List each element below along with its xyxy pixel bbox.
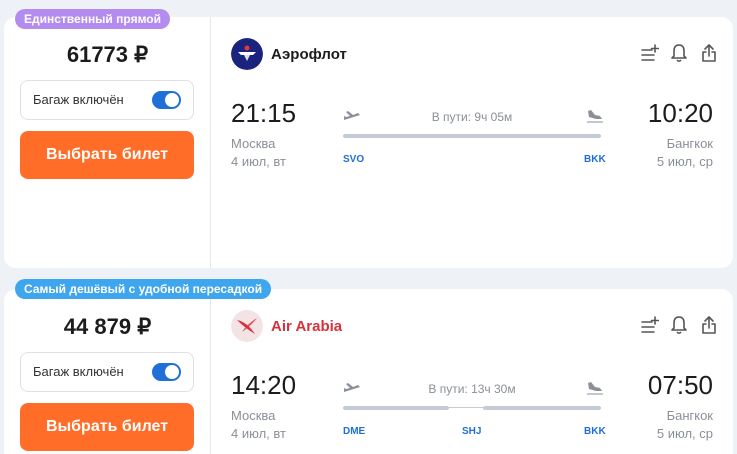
departure-date: 4 июл, вт bbox=[231, 154, 286, 169]
baggage-label: Багаж включён bbox=[33, 92, 124, 107]
ticket-actions bbox=[641, 315, 717, 335]
departure-city: Москва bbox=[231, 408, 276, 423]
route-line bbox=[343, 134, 601, 138]
badge-cheapest: Самый дешёвый с удобной пересадкой bbox=[15, 279, 272, 299]
arrival-date: 5 июл, ср bbox=[656, 154, 713, 169]
arrival-time: 07:50 bbox=[647, 370, 713, 400]
route-line bbox=[343, 406, 601, 410]
ticket-card[interactable]: 44 879 ₽ Багаж включён Выбрать билет Air… bbox=[4, 289, 733, 454]
baggage-toggle-row[interactable]: Багаж включён bbox=[20, 352, 194, 392]
flight-details: Аэрофлот 21:15 10:20 В пути: 9ч 05м Моск… bbox=[212, 17, 733, 268]
badge-direct: Единственный прямой bbox=[15, 9, 170, 29]
ticket-card[interactable]: 61773 ₽ Багаж включён Выбрать билет Аэро… bbox=[4, 17, 733, 268]
share-icon[interactable] bbox=[701, 43, 717, 63]
arrival-airport-code: BKK bbox=[584, 154, 606, 165]
bell-icon[interactable] bbox=[671, 315, 687, 335]
flight-details: Air Arabia 14:20 07:50 В пути: 13ч 30м М… bbox=[212, 289, 733, 454]
bell-icon[interactable] bbox=[671, 43, 687, 63]
share-icon[interactable] bbox=[701, 315, 717, 335]
baggage-label: Багаж включён bbox=[33, 364, 124, 379]
departure-date: 4 июл, вт bbox=[231, 426, 286, 441]
baggage-toggle[interactable] bbox=[152, 363, 181, 381]
ticket-price: 44 879 ₽ bbox=[63, 314, 152, 339]
departure-time: 14:20 bbox=[231, 370, 297, 400]
list-add-icon[interactable] bbox=[641, 315, 660, 335]
arrival-date: 5 июл, ср bbox=[656, 426, 713, 441]
ticket-price: 61773 ₽ bbox=[66, 42, 149, 67]
baggage-toggle-row[interactable]: Багаж включён bbox=[20, 80, 194, 120]
departure-city: Москва bbox=[231, 136, 276, 151]
arrival-city: Бангкок bbox=[666, 408, 713, 423]
stopover-airport-code: SHJ bbox=[462, 426, 482, 437]
arrival-airport-code: BKK bbox=[584, 426, 606, 437]
arrival-city: Бангкок bbox=[666, 136, 713, 151]
departure-time: 21:15 bbox=[231, 98, 297, 128]
aeroflot-logo-icon bbox=[231, 38, 263, 70]
list-add-icon[interactable] bbox=[641, 43, 660, 63]
flight-duration: В пути: 9ч 05м bbox=[431, 110, 513, 124]
ticket-actions bbox=[641, 43, 717, 63]
airline-name: Аэрофлот bbox=[271, 46, 347, 63]
airline-name: Air Arabia bbox=[271, 318, 343, 335]
ticket-price-panel: 61773 ₽ Багаж включён Выбрать билет bbox=[4, 17, 211, 268]
select-ticket-button[interactable]: Выбрать билет bbox=[20, 131, 194, 179]
departure-airport-code: DME bbox=[343, 426, 366, 437]
departure-airport-code: SVO bbox=[343, 154, 365, 165]
baggage-toggle[interactable] bbox=[152, 91, 181, 109]
ticket-price-panel: 44 879 ₽ Багаж включён Выбрать билет bbox=[4, 289, 211, 454]
select-ticket-button[interactable]: Выбрать билет bbox=[20, 403, 194, 451]
air-arabia-logo-icon bbox=[231, 310, 263, 342]
arrival-time: 10:20 bbox=[647, 98, 713, 128]
flight-duration: В пути: 13ч 30м bbox=[428, 382, 516, 396]
